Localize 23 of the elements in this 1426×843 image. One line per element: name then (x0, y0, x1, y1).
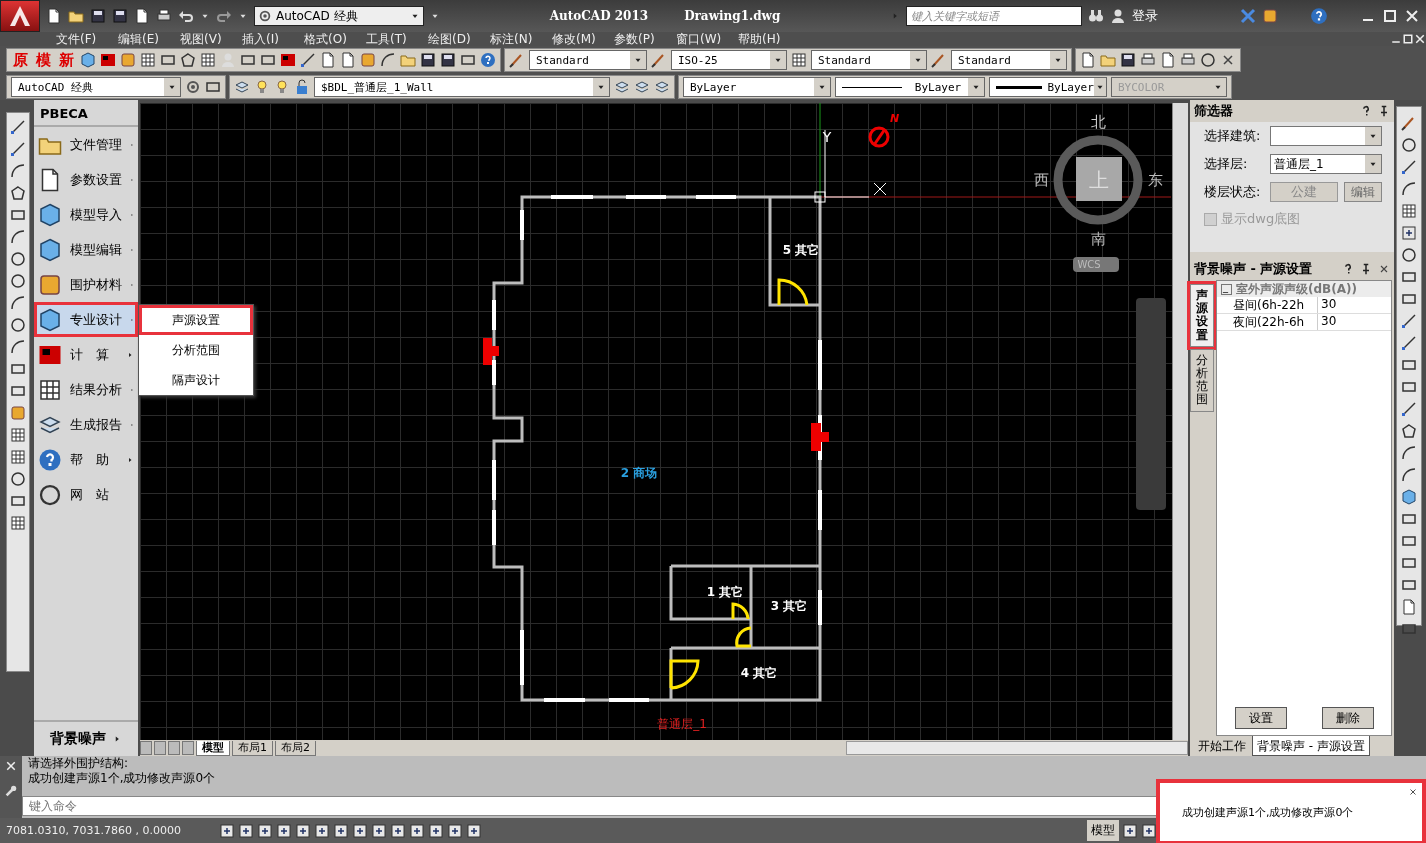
app-title: AutoCAD 2013 (549, 9, 649, 23)
field-label: 楼层状态: (1204, 183, 1262, 201)
property-name: 夜间(22h-6h (1233, 314, 1318, 330)
checkbox-label: 显示dwg底图 (1221, 210, 1301, 228)
panel-title: 背景噪声 - 声源设置 (1194, 260, 1314, 278)
command-history-line: 请选择外围护结构: (27, 756, 130, 771)
panel-title: PBECA (34, 100, 138, 127)
file-name: Drawing1.dwg (684, 9, 781, 23)
field-label: 选择建筑: (1204, 127, 1262, 145)
room-label: 2 商场 (620, 466, 658, 480)
category-label: 室外声源声级(dB(A)) (1236, 280, 1357, 298)
room-label: 4 其它 (740, 666, 778, 680)
axis-label: Y (822, 129, 832, 145)
room-label: 3 其它 (770, 599, 808, 613)
field-label: 选择层: (1204, 155, 1249, 173)
floor-label: 普通层_1 (657, 717, 707, 731)
north-label: N (890, 112, 900, 125)
property-name: 昼间(6h-22h (1233, 297, 1318, 313)
room-label: 5 其它 (782, 243, 820, 257)
coordinates: 7081.0310, 7031.7860 , 0.0000 (6, 824, 182, 837)
panel-title: 筛选器 (1194, 102, 1234, 120)
room-label: 1 其它 (706, 585, 744, 599)
command-history-line: 成功创建声源1个,成功修改声源0个 (27, 771, 217, 786)
